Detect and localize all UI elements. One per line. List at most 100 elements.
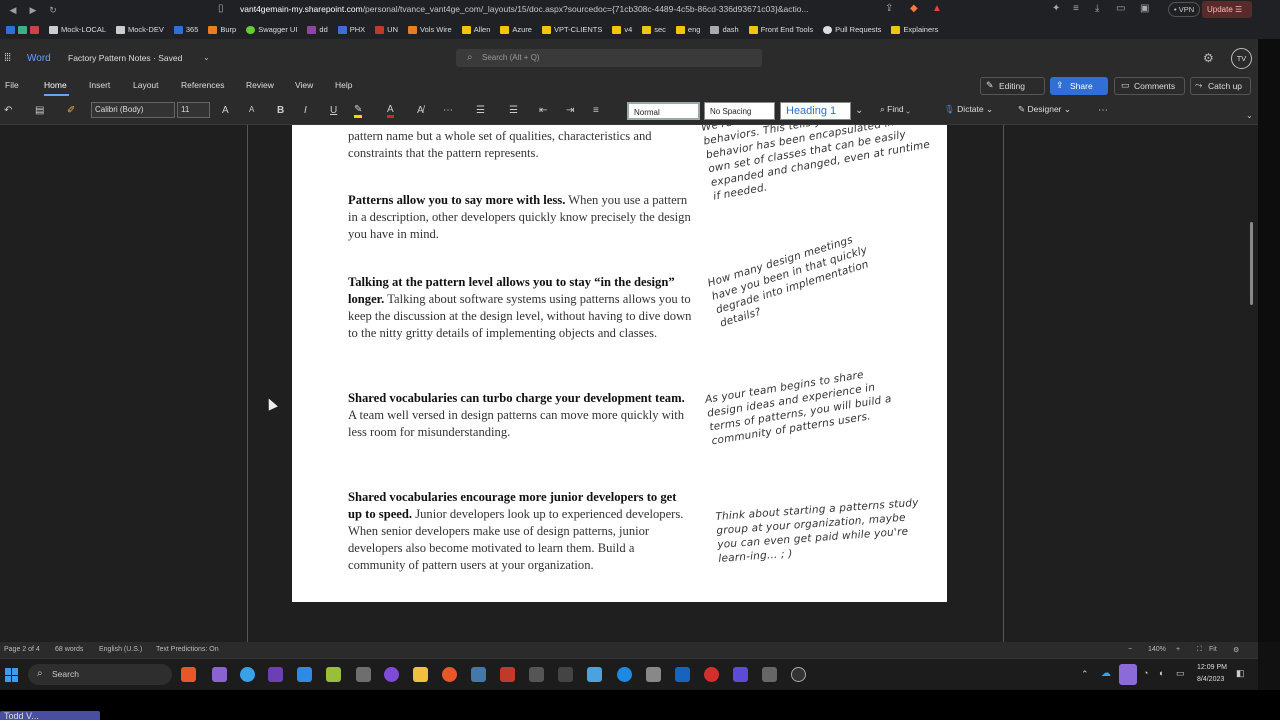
paragraph[interactable]: pattern name but a whole set of qualitie… (348, 128, 693, 162)
paragraph[interactable]: Talking at the pattern level allows you … (348, 274, 693, 342)
app-icon[interactable] (791, 667, 806, 682)
bookmark-item[interactable]: dash (710, 25, 739, 34)
fit-button[interactable]: Fit (1209, 646, 1217, 653)
bookmark-item[interactable]: Swagger UI (246, 25, 297, 34)
style-normal[interactable]: Normal (627, 102, 700, 120)
brave-shield-icon[interactable]: ◆ (910, 3, 918, 14)
file-explorer-icon[interactable] (413, 667, 428, 682)
app-icon[interactable] (471, 667, 486, 682)
clock-date[interactable]: 8/4/2023 (1197, 676, 1224, 683)
undo-icon[interactable]: ↶ (4, 105, 12, 116)
share-page-icon[interactable]: ⇪ (885, 3, 893, 14)
grow-font-icon[interactable]: A (222, 105, 229, 116)
taskbar-search[interactable]: Search (28, 664, 172, 685)
clear-format-icon[interactable]: A̸ (417, 105, 424, 116)
reading-list-icon[interactable]: ≡ (1073, 3, 1079, 14)
bookmark-item[interactable]: Vols Wire (408, 25, 452, 34)
reload-icon[interactable]: ↻ (46, 5, 60, 16)
battery-icon[interactable]: ▭ (1176, 668, 1185, 679)
download-icon[interactable]: ⤓ (1095, 3, 1099, 14)
bookmark-item[interactable]: v4 (612, 25, 632, 34)
align-icon[interactable]: ≡ (593, 105, 599, 116)
avatar[interactable]: TV (1231, 48, 1252, 69)
settings-icon[interactable]: ⚙ (1233, 646, 1239, 654)
bullets-icon[interactable]: ☰ (476, 105, 485, 116)
zoom-level[interactable]: 140% (1148, 646, 1166, 653)
tab-file[interactable]: File (5, 80, 19, 90)
wifi-icon[interactable]: ◔ (1143, 668, 1148, 678)
font-color-icon[interactable]: A (387, 105, 394, 118)
rewards-icon[interactable]: ▲ (932, 3, 942, 14)
extensions-icon[interactable]: ✦ (1052, 3, 1060, 14)
volume-icon[interactable]: ◖ (1158, 668, 1163, 678)
bookmark-item[interactable]: Front End Tools (748, 25, 813, 34)
bookmark-item[interactable] (6, 25, 39, 34)
back-icon[interactable]: ◀ (6, 5, 20, 16)
terminal-icon[interactable] (529, 667, 544, 682)
bookmark-item[interactable]: sec (642, 25, 666, 34)
app-launcher-icon[interactable]: ⁞⁞⁞ (4, 52, 11, 64)
app-icon[interactable] (212, 667, 227, 682)
bookmark-item[interactable]: Explainers (891, 25, 938, 34)
highlight-icon[interactable]: ✎ (354, 105, 363, 118)
address-bar[interactable]: vant4gemain-my.sharepoint.com/personal/t… (240, 2, 880, 17)
document-page[interactable]: pattern name but a whole set of qualitie… (292, 125, 947, 602)
tab-references[interactable]: References (181, 80, 224, 90)
chevron-down-icon[interactable]: ⌄ (203, 53, 210, 62)
vertical-scrollbar[interactable] (1250, 222, 1253, 305)
bookmark-item[interactable]: eng (675, 25, 700, 34)
font-size-select[interactable]: 11 (177, 102, 210, 118)
app-icon[interactable] (733, 667, 748, 682)
language-status[interactable]: English (U.S.) (99, 646, 142, 653)
bookmark-item[interactable]: Mock-DEV (116, 25, 164, 34)
increase-indent-icon[interactable]: ⇥ (566, 105, 574, 116)
app-icon[interactable] (442, 667, 457, 682)
gear-icon[interactable]: ⚙ (1203, 51, 1214, 65)
wallet-icon[interactable]: ▣ (1140, 3, 1149, 14)
find-button[interactable]: ⌕ Find ⌄ (880, 104, 910, 115)
bookmark-item[interactable]: PHX (337, 25, 365, 34)
bookmark-icon[interactable]: ▯ (218, 3, 224, 14)
bold-icon[interactable]: B (277, 105, 284, 116)
tab-layout[interactable]: Layout (133, 80, 159, 90)
sidebar-icon[interactable]: ▭ (1116, 3, 1125, 14)
bookmark-item[interactable]: Mock-LOCAL (49, 25, 106, 34)
styles-dropdown-icon[interactable]: ⌄ (855, 105, 863, 116)
bookmark-item[interactable]: UN (375, 25, 398, 34)
paragraph[interactable]: Shared vocabularies encourage more junio… (348, 489, 688, 574)
paragraph[interactable]: Shared vocabularies can turbo charge you… (348, 390, 693, 441)
app-icon[interactable] (617, 667, 632, 682)
zoom-in-icon[interactable]: + (1176, 646, 1180, 653)
app-icon[interactable] (326, 667, 341, 682)
app-icon[interactable] (646, 667, 661, 682)
bookmark-item[interactable]: Burp (208, 25, 236, 34)
search-input[interactable]: Search (Alt + Q) (456, 49, 762, 67)
app-icon[interactable] (762, 667, 777, 682)
bookmark-item[interactable]: 365 (173, 25, 198, 34)
windows-start-icon[interactable] (5, 668, 19, 682)
vpn-button[interactable]: • VPN (1168, 2, 1201, 17)
tab-help[interactable]: Help (335, 80, 352, 90)
dictate-button[interactable]: 🎙 Dictate ⌄ (944, 104, 993, 115)
document-title[interactable]: Factory Pattern Notes · Saved (68, 53, 182, 63)
underline-icon[interactable]: U (330, 105, 337, 116)
tab-home[interactable]: Home (44, 80, 67, 90)
ribbon-more-icon[interactable]: ⋯ (1098, 105, 1108, 116)
tab-view[interactable]: View (295, 80, 313, 90)
style-heading-1[interactable]: Heading 1 (780, 102, 851, 120)
app-icon[interactable] (704, 667, 719, 682)
more-icon[interactable]: ⋯ (443, 105, 453, 116)
chevron-up-icon[interactable]: ⌃ (1081, 669, 1089, 680)
chrome-icon[interactable] (240, 667, 255, 682)
bookmark-item[interactable]: dd (307, 25, 328, 34)
page-count[interactable]: Page 2 of 4 (4, 646, 40, 653)
font-family-select[interactable]: Calibri (Body) (91, 102, 175, 118)
obs-icon[interactable] (384, 667, 399, 682)
tab-insert[interactable]: Insert (89, 80, 110, 90)
app-icon[interactable] (500, 667, 515, 682)
numbering-icon[interactable]: ☰ (509, 105, 518, 116)
app-icon[interactable] (558, 667, 573, 682)
paste-icon[interactable]: ▤ (35, 105, 44, 116)
italic-icon[interactable]: I (304, 105, 307, 116)
word-count[interactable]: 68 words (55, 646, 83, 653)
